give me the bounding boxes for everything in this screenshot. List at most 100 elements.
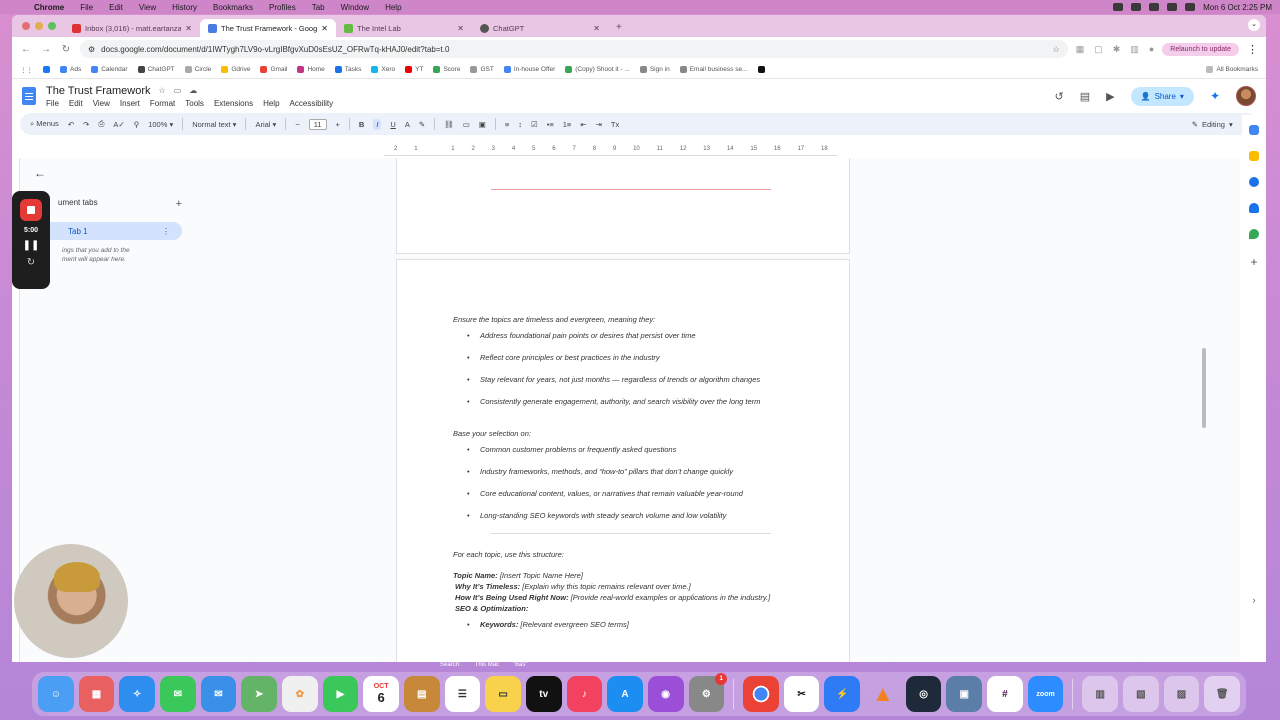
horizontal-ruler[interactable]: 2 1 1 2 3 4 5 6 7 8 9 10 11 12 13 14 15 16 17 18	[384, 146, 838, 156]
list-item[interactable]: Reflect core principles or best practice…	[467, 353, 849, 363]
cloud-saved-icon[interactable]: ☁	[189, 86, 197, 95]
increase-indent-icon[interactable]: ⇥	[596, 120, 602, 129]
site-info-icon[interactable]: ⚙	[88, 45, 95, 54]
proxy-icon[interactable]: ◎	[905, 676, 942, 712]
capcut-icon[interactable]: ✂	[783, 676, 820, 712]
meet-icon[interactable]: ▶	[1106, 90, 1114, 103]
list-item[interactable]: Keywords: [Relevant evergreen SEO terms]	[467, 620, 849, 630]
docs-menu-help[interactable]: Help	[263, 99, 279, 108]
menu-view[interactable]: View	[131, 3, 164, 12]
back-arrow-icon[interactable]: ←	[34, 166, 182, 180]
webcam-bubble[interactable]	[14, 544, 128, 658]
zoom-icon[interactable]: zoom	[1027, 676, 1064, 712]
launchpad-icon[interactable]: ▦	[78, 676, 115, 712]
list-item[interactable]: Common customer problems or frequently a…	[467, 445, 849, 455]
document-title[interactable]: The Trust Framework	[46, 85, 151, 97]
bookmark-facebook[interactable]	[43, 66, 50, 73]
menu-profiles[interactable]: Profiles	[261, 3, 304, 12]
why-timeless-line[interactable]: Why It’s Timeless: [Explain why this top…	[453, 581, 849, 592]
menu-window[interactable]: Window	[333, 3, 377, 12]
docs-menu-tools[interactable]: Tools	[185, 99, 204, 108]
undo-icon[interactable]: ↶	[68, 120, 74, 129]
docs-menu-edit[interactable]: Edit	[69, 99, 83, 108]
underline-icon[interactable]: U	[390, 120, 395, 129]
decrease-indent-icon[interactable]: ⇤	[580, 120, 586, 129]
menu-app-name[interactable]: Chrome	[26, 3, 72, 12]
docs-menu-insert[interactable]: Insert	[120, 99, 140, 108]
paragraph[interactable]: Ensure the topics are timeless and everg…	[453, 315, 849, 325]
bulleted-list-icon[interactable]: •≡	[547, 120, 554, 129]
list-item[interactable]: Industry frameworks, methods, and “how-t…	[467, 467, 849, 477]
gemini-icon[interactable]: ✦	[1210, 89, 1220, 103]
restart-icon[interactable]: ↻	[27, 257, 35, 268]
bookmark-star-icon[interactable]: ☆	[1053, 45, 1060, 54]
topic-name-line[interactable]: Topic Name: [Insert Topic Name Here]	[453, 570, 849, 581]
link-icon[interactable]: ⛓	[444, 120, 454, 129]
numbered-list-icon[interactable]: 1≡	[563, 120, 572, 129]
list-item[interactable]: Address foundational pain points or desi…	[467, 331, 849, 341]
close-tab-icon[interactable]: ✕	[185, 24, 192, 33]
finder-icon[interactable]: ☺	[38, 676, 74, 712]
preview-icon[interactable]: ▣	[946, 676, 983, 712]
music-icon[interactable]: ♪	[566, 676, 603, 712]
document-page[interactable]: Ensure the topics are timeless and everg…	[396, 259, 850, 662]
close-tab-icon[interactable]: ✕	[321, 24, 328, 33]
browser-tab-intel-lab[interactable]: The Intel Lab ✕	[336, 19, 472, 37]
paint-format-icon[interactable]: ⚲	[134, 120, 140, 129]
font-select[interactable]: Arial ▾	[255, 120, 276, 129]
profile-icon[interactable]: ●	[1149, 44, 1154, 55]
bookmark-calendar[interactable]: Calendar	[91, 66, 128, 73]
browser-tab-docs[interactable]: The Trust Framework - Goog ✕	[200, 19, 336, 37]
reminders-icon[interactable]: ☰	[444, 676, 481, 712]
maps-icon[interactable]	[1249, 229, 1259, 239]
downloads-stack-icon[interactable]: ▥	[1082, 676, 1119, 712]
finder-scope[interactable]: This Mac	[475, 662, 499, 668]
pause-icon[interactable]: ❚❚	[23, 240, 40, 251]
menu-edit[interactable]: Edit	[101, 3, 131, 12]
sidepanel-icon[interactable]: ▥	[1130, 44, 1139, 55]
calendar-icon[interactable]: OCT 6	[363, 676, 399, 712]
decrease-font-icon[interactable]: −	[295, 120, 299, 129]
browser-tab-chatgpt[interactable]: ChatGPT ✕	[472, 19, 608, 37]
battery-icon[interactable]	[1149, 3, 1160, 11]
paragraph[interactable]: Base your selection on:	[453, 429, 849, 439]
text-color-icon[interactable]: A	[405, 120, 410, 129]
share-dropdown-icon[interactable]: ▾	[1180, 92, 1184, 101]
contacts-icon[interactable]	[1249, 203, 1259, 213]
menu-file[interactable]: File	[72, 3, 101, 12]
add-tab-icon[interactable]: +	[176, 198, 182, 210]
keep-icon[interactable]	[1249, 151, 1259, 161]
bookmark-copy-shoot[interactable]: (Copy) Shoot it - ...	[565, 66, 630, 73]
system-settings-icon[interactable]: ⚙ 1	[688, 673, 728, 712]
docs-menu-accessibility[interactable]: Accessibility	[290, 99, 334, 108]
screenshots-stack-icon[interactable]: ▨	[1163, 676, 1200, 712]
notes-app-icon[interactable]: ▤	[403, 676, 440, 712]
menu-clock[interactable]: Mon 6 Oct 2:25 PM	[1203, 3, 1272, 12]
finder-query[interactable]: "Bas"	[513, 662, 528, 668]
tab-search-icon[interactable]: ⌄	[1248, 19, 1260, 31]
forward-icon[interactable]: →	[40, 44, 52, 55]
close-window-button[interactable]	[22, 22, 30, 30]
stop-recording-button[interactable]	[20, 199, 42, 221]
browser-tab-gmail[interactable]: Inbox (3,016) - matt.eartanza ✕	[64, 19, 200, 37]
extensions-puzzle-icon[interactable]: ✱	[1113, 44, 1121, 55]
new-tab-button[interactable]: +	[608, 22, 630, 37]
bookmark-x[interactable]	[757, 66, 765, 73]
docs-menu-format[interactable]: Format	[150, 99, 175, 108]
tab-options-icon[interactable]: ⋮	[162, 227, 170, 236]
podcasts-icon[interactable]: ◉	[647, 676, 684, 712]
reload-icon[interactable]: ↻	[60, 44, 72, 55]
status-icon[interactable]	[1131, 3, 1142, 11]
expand-panel-icon[interactable]: ›	[1253, 595, 1256, 605]
back-icon[interactable]: ←	[20, 44, 32, 55]
extension-icon[interactable]: ▦	[1076, 44, 1085, 55]
comment-icon[interactable]: ▭	[463, 120, 470, 129]
move-folder-icon[interactable]: ▭	[174, 86, 182, 95]
search-menus-button[interactable]: ⌕ Menus	[30, 119, 59, 129]
close-tab-icon[interactable]: ✕	[593, 24, 600, 33]
zoom-select[interactable]: 100% ▾	[148, 120, 173, 129]
bookmark-circle[interactable]: Circle	[184, 66, 211, 73]
menu-help[interactable]: Help	[377, 3, 409, 12]
documents-stack-icon[interactable]: ▧	[1123, 676, 1159, 712]
all-bookmarks[interactable]: All Bookmarks	[1206, 66, 1258, 73]
